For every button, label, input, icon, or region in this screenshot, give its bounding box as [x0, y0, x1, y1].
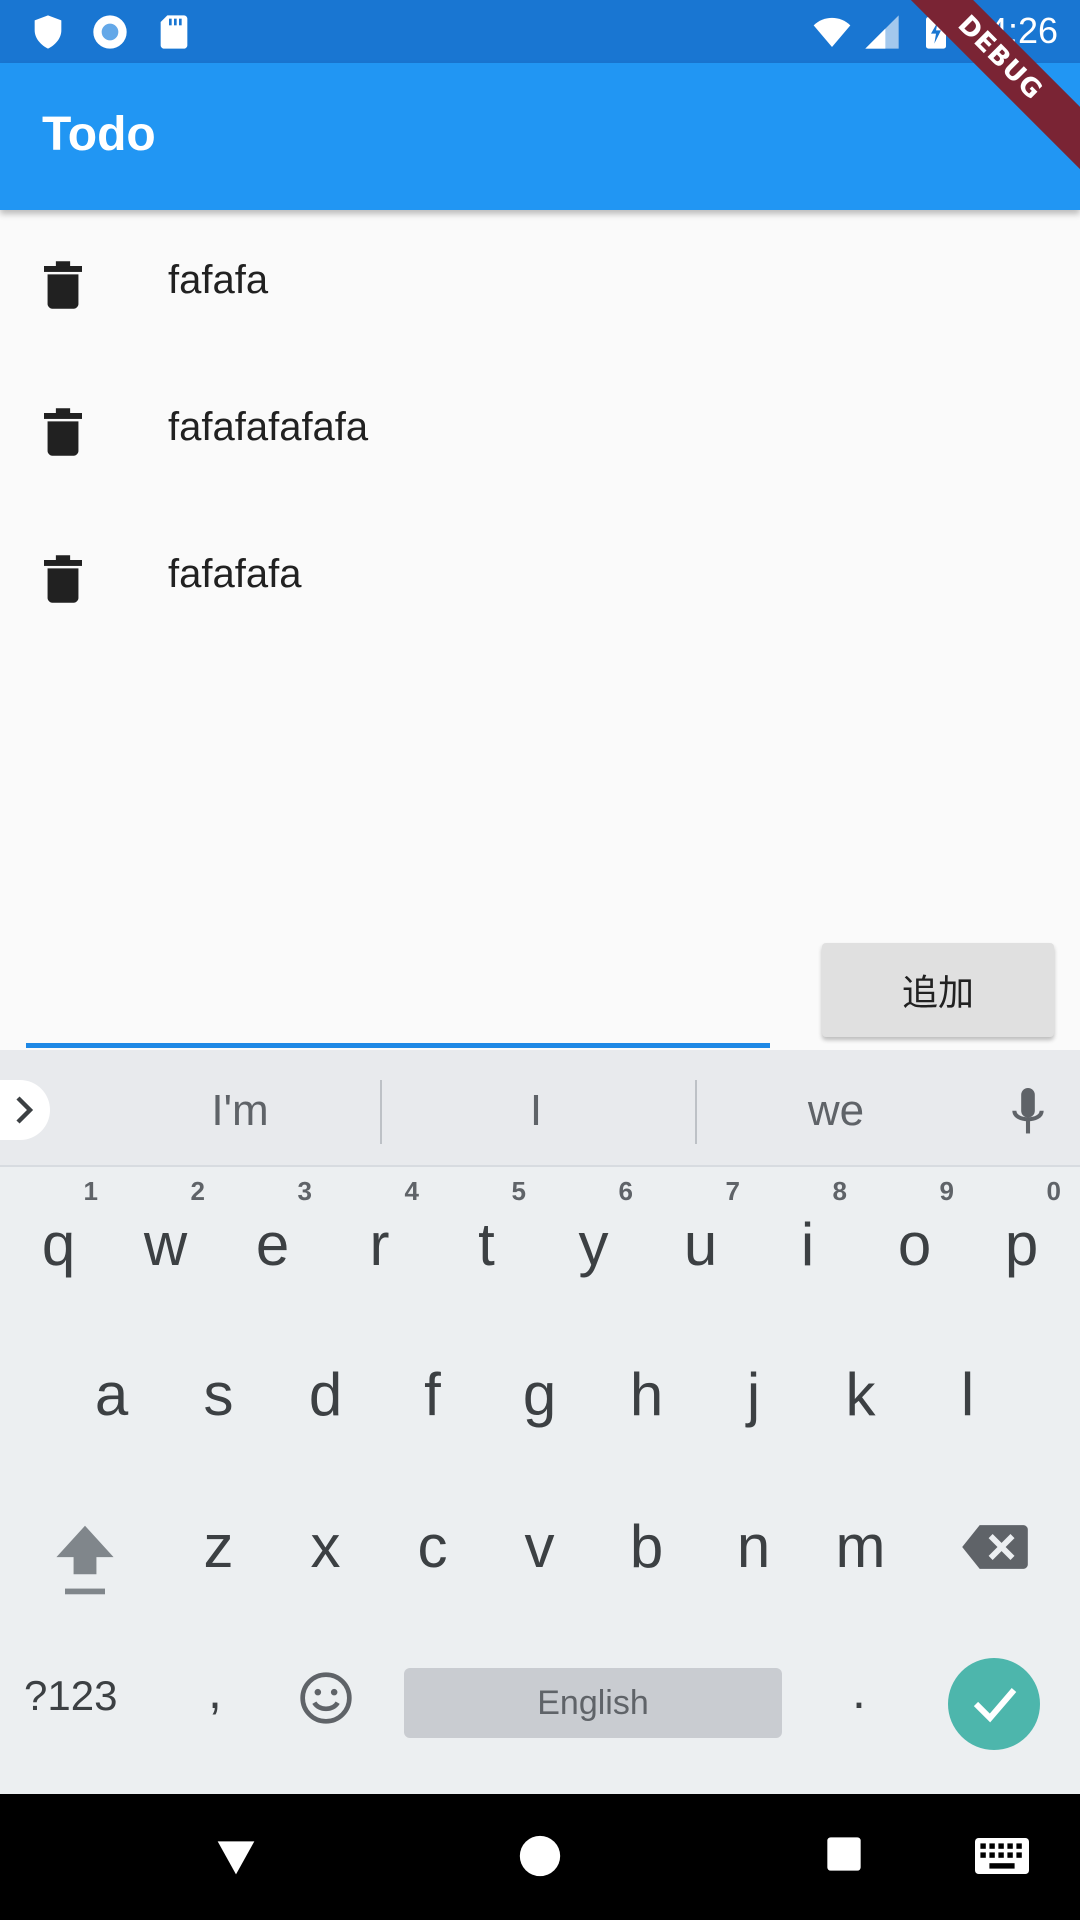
delete-icon[interactable] [44, 407, 82, 457]
key-v[interactable]: v [486, 1470, 593, 1610]
key-y[interactable]: 6y [540, 1168, 647, 1308]
expand-suggestions-button[interactable] [0, 1080, 50, 1140]
divider [380, 1080, 382, 1144]
key-b[interactable]: b [593, 1470, 700, 1610]
todo-list: fafafa fafafafafafa fafafafa [0, 210, 1080, 651]
todo-input[interactable] [26, 990, 770, 1046]
suggestion-bar: I'm I we [0, 1050, 1080, 1167]
recents-icon[interactable] [824, 1834, 864, 1874]
delete-icon[interactable] [44, 554, 82, 604]
key-f[interactable]: f [379, 1318, 486, 1458]
key-r[interactable]: 4r [326, 1168, 433, 1308]
key-t[interactable]: 5t [433, 1168, 540, 1308]
key-e[interactable]: 3e [219, 1168, 326, 1308]
microphone-icon[interactable] [1008, 1088, 1048, 1138]
suggestion-2[interactable]: I [436, 1086, 636, 1136]
sd-card-icon [160, 15, 188, 49]
keyboard-icon[interactable] [975, 1838, 1029, 1874]
key-d[interactable]: d [272, 1318, 379, 1458]
key-u[interactable]: 7u [647, 1168, 754, 1308]
key-x[interactable]: x [272, 1470, 379, 1610]
key-o[interactable]: 9o [861, 1168, 968, 1308]
list-item: fafafafafafa [0, 357, 1080, 504]
list-item: fafafa [0, 210, 1080, 357]
chevron-right-icon [16, 1096, 34, 1124]
key-w[interactable]: 2w [112, 1168, 219, 1308]
list-item: fafafafa [0, 504, 1080, 651]
key-z[interactable]: z [165, 1470, 272, 1610]
back-icon[interactable] [214, 1834, 258, 1878]
page-title: Todo [42, 108, 156, 161]
key-q[interactable]: 1q [5, 1168, 112, 1308]
key-g[interactable]: g [486, 1318, 593, 1458]
add-button[interactable]: 追加 [822, 943, 1054, 1037]
keyboard: I'm I we 1q 2w 3e 4r 5t 6y 7u 8i 9o 0p a… [0, 1050, 1080, 1794]
key-p[interactable]: 0p [968, 1168, 1075, 1308]
space-key[interactable]: English [404, 1668, 782, 1738]
key-s[interactable]: s [165, 1318, 272, 1458]
comma-key[interactable]: , [208, 1662, 222, 1720]
divider [695, 1080, 697, 1144]
shift-icon[interactable] [50, 1520, 120, 1600]
suggestion-3[interactable]: we [736, 1086, 936, 1136]
record-icon [93, 15, 127, 49]
key-c[interactable]: c [379, 1470, 486, 1610]
delete-icon[interactable] [44, 260, 82, 310]
symbols-key[interactable]: ?123 [24, 1672, 117, 1720]
todo-text: fafafa [168, 258, 269, 302]
suggestion-1[interactable]: I'm [140, 1086, 340, 1136]
input-underline [26, 1043, 770, 1048]
todo-text: fafafafa [168, 552, 302, 596]
app-bar: Todo [0, 63, 1080, 210]
shield-icon [34, 15, 62, 49]
key-a[interactable]: a [58, 1318, 165, 1458]
period-key[interactable]: . [852, 1662, 866, 1720]
key-h[interactable]: h [593, 1318, 700, 1458]
emoji-icon[interactable] [298, 1670, 354, 1726]
key-n[interactable]: n [700, 1470, 807, 1610]
home-icon[interactable] [518, 1834, 562, 1878]
signal-icon [865, 15, 899, 49]
todo-text: fafafafafafa [168, 405, 369, 449]
backspace-icon[interactable] [960, 1522, 1030, 1572]
key-i[interactable]: 8i [754, 1168, 861, 1308]
key-k[interactable]: k [807, 1318, 914, 1458]
key-l[interactable]: l [914, 1318, 1021, 1458]
status-bar: 14:26 [0, 0, 1080, 63]
key-m[interactable]: m [807, 1470, 914, 1610]
navigation-bar [0, 1794, 1080, 1920]
wifi-icon [813, 17, 851, 47]
check-icon [973, 1688, 1017, 1723]
done-button[interactable] [948, 1658, 1040, 1750]
key-j[interactable]: j [700, 1318, 807, 1458]
